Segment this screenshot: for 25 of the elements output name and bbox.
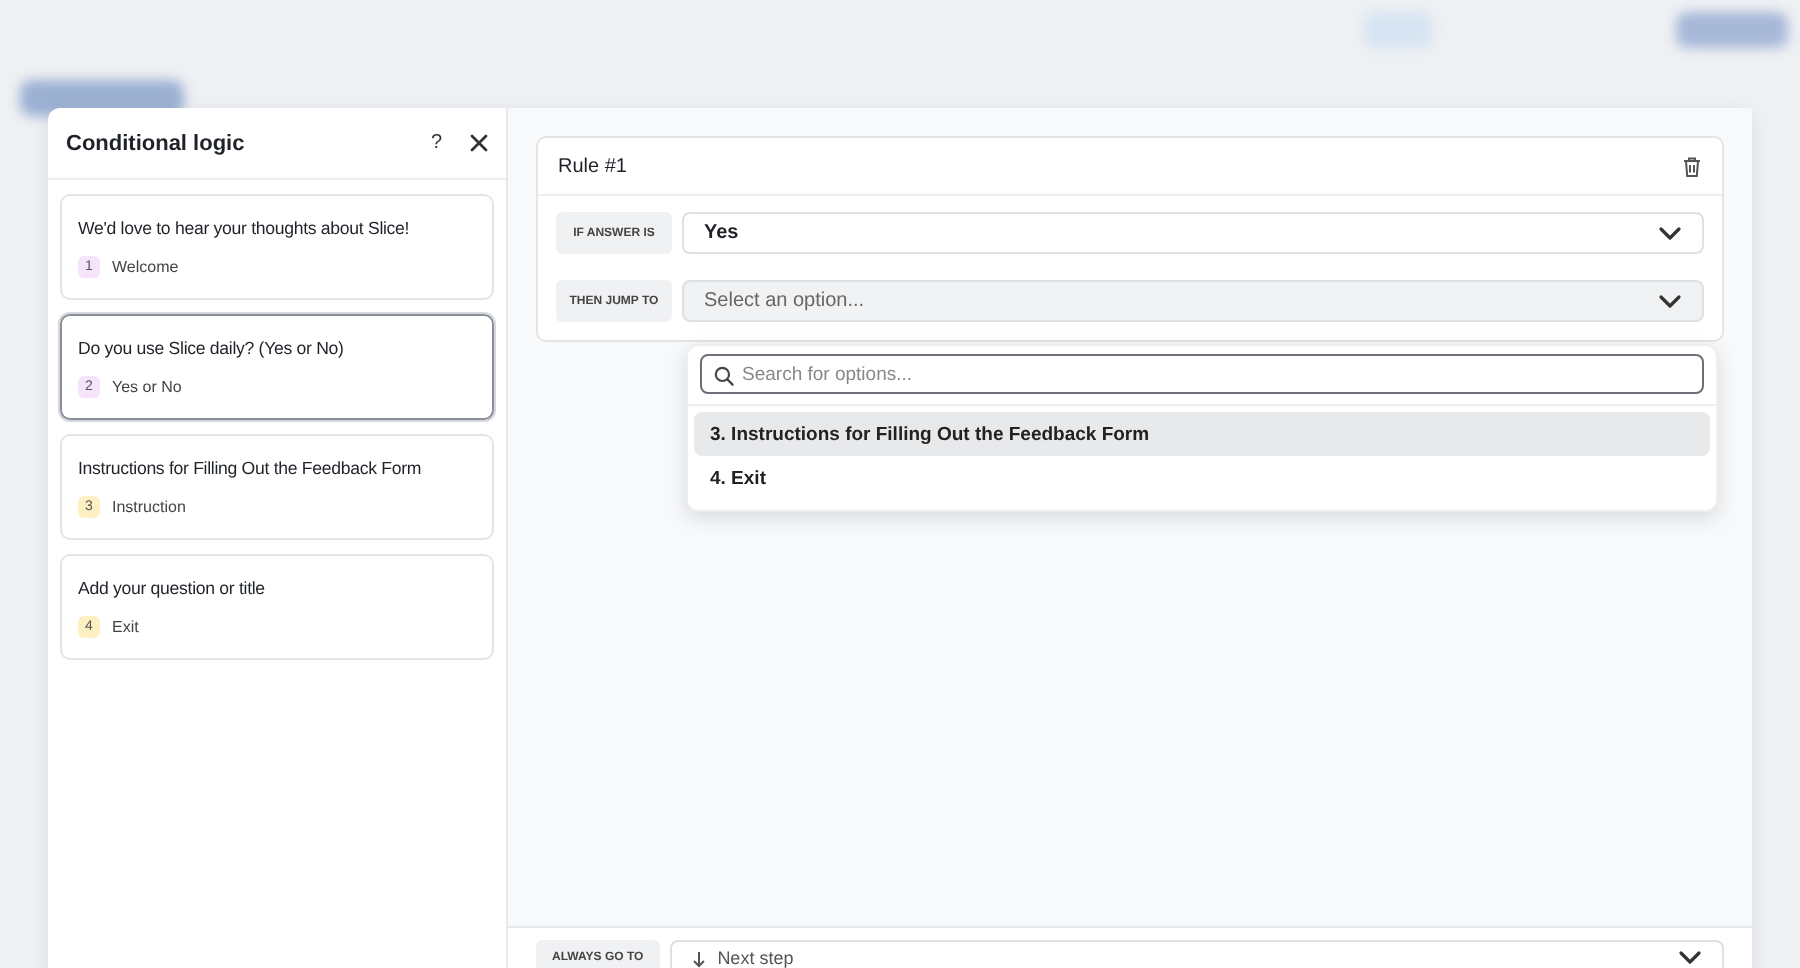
chevron-down-icon — [1658, 293, 1682, 309]
step-title: Instructions for Filling Out the Feedback Form — [78, 458, 424, 478]
step-title: We'd love to hear your thoughts about Slice! — [78, 218, 412, 238]
dialog-title: Conditional logic — [66, 131, 247, 155]
dropdown-option[interactable]: 3. Instructions for Filling Out the Feedback Form — [694, 412, 1710, 456]
dropdown-option[interactable]: 4. Exit — [694, 456, 1710, 500]
next-step-select[interactable]: Next step — [669, 940, 1724, 968]
step-type: Instruction — [112, 498, 186, 516]
step-title: Do you use Slice daily? (Yes or No) — [78, 338, 346, 358]
rule-title: Rule #1 — [558, 155, 629, 177]
close-button[interactable] — [470, 134, 488, 152]
delete-button[interactable] — [1682, 155, 1702, 177]
step-type: Yes or No — [112, 378, 182, 396]
chevron-down-icon — [1678, 950, 1702, 966]
chevron-down-icon — [1658, 225, 1682, 241]
step-title: Add your question or title — [78, 578, 267, 598]
trash-icon — [1682, 155, 1702, 177]
step-type: Welcome — [112, 258, 179, 276]
answer-select[interactable]: Yes — [682, 212, 1704, 254]
step-type: Exit — [112, 618, 139, 636]
close-icon — [470, 134, 488, 152]
jump-select[interactable]: Select an option... — [682, 280, 1704, 322]
help-button[interactable]: ? — [430, 132, 442, 154]
arrow-down-icon — [691, 949, 706, 967]
search-field[interactable]: Search for options... — [700, 354, 1704, 394]
